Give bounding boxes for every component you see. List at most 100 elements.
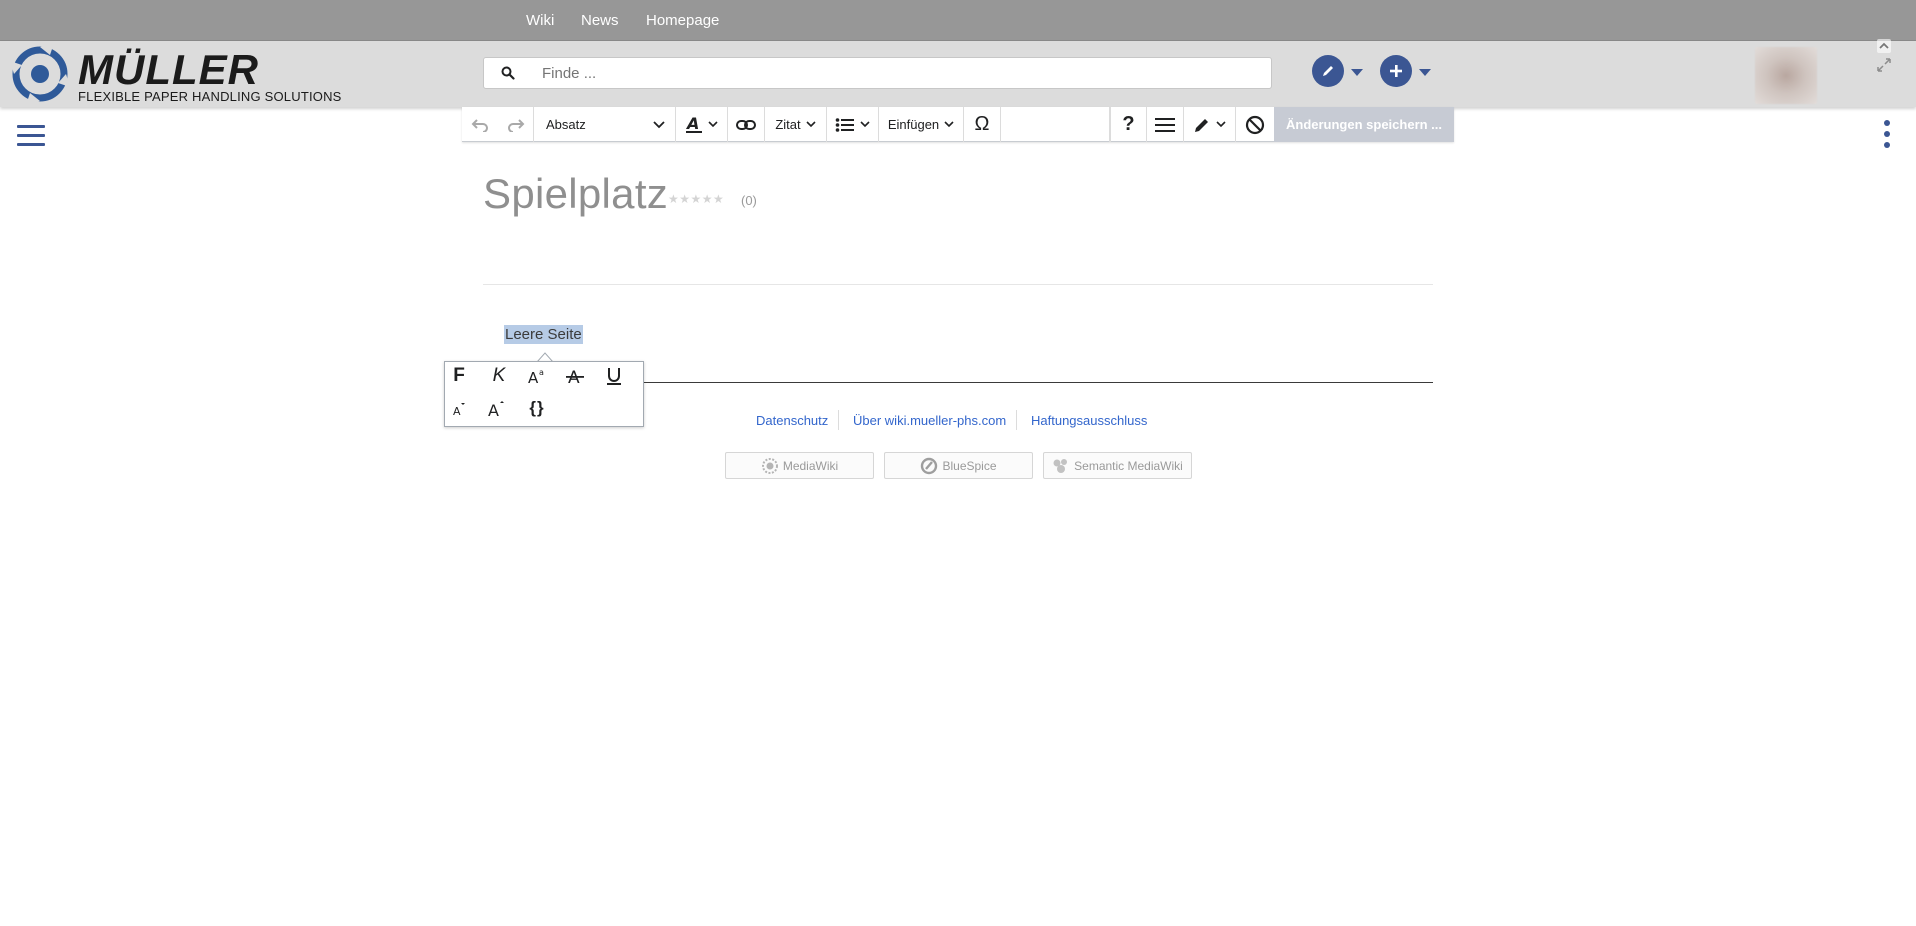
- nav-link-news[interactable]: News: [581, 12, 619, 29]
- inline-formatting-popup: F K Aa A A A {}: [444, 361, 644, 427]
- page-options-button[interactable]: [1147, 107, 1184, 142]
- edit-button[interactable]: [1312, 55, 1344, 87]
- bold-icon: F: [453, 365, 465, 386]
- superscript-icon: Aa: [528, 368, 544, 385]
- top-navigation: Wiki News Homepage: [0, 0, 1916, 41]
- code-icon: {}: [529, 398, 545, 417]
- bigger-text-button[interactable]: A: [483, 394, 511, 422]
- footer-separator: [1016, 410, 1017, 430]
- italic-button[interactable]: K: [485, 362, 513, 390]
- italic-icon: K: [492, 365, 506, 386]
- svg-text:A: A: [453, 405, 461, 417]
- semantic-mediawiki-badge-label: Semantic MediaWiki: [1074, 458, 1183, 473]
- superscript-button[interactable]: Aa: [523, 362, 551, 390]
- cancel-editing-button[interactable]: [1236, 107, 1274, 142]
- header-bar: MÜLLER FLEXIBLE PAPER HANDLING SOLUTIONS: [0, 39, 1916, 107]
- menu-lines-icon: [1155, 117, 1175, 132]
- search-icon: [501, 66, 515, 85]
- underline-icon: [607, 368, 621, 385]
- special-character-button[interactable]: Ω: [964, 107, 1001, 142]
- pencil-icon: [1323, 66, 1333, 76]
- user-avatar[interactable]: [1755, 47, 1817, 104]
- link-button[interactable]: [728, 107, 765, 142]
- paragraph-format-label: Absatz: [546, 117, 586, 132]
- collapse-header-icon[interactable]: [1877, 39, 1891, 58]
- chevron-down-icon: [653, 120, 665, 128]
- quote-dropdown[interactable]: Zitat: [765, 107, 827, 142]
- footer-link-privacy[interactable]: Datenschutz: [756, 413, 828, 428]
- insert-dropdown[interactable]: Einfügen: [879, 107, 964, 142]
- rating-stars[interactable]: ★★★★★: [668, 192, 724, 206]
- undo-button[interactable]: [462, 107, 498, 142]
- footer-link-about[interactable]: Über wiki.mueller-phs.com: [853, 413, 1006, 428]
- svg-text:a: a: [539, 368, 544, 377]
- editor-switch-dropdown[interactable]: [1184, 107, 1236, 142]
- svg-text:A: A: [488, 401, 499, 418]
- rating-count: (0): [741, 193, 757, 208]
- omega-icon: Ω: [974, 113, 990, 135]
- powered-by-bluespice-badge[interactable]: BlueSpice: [884, 452, 1033, 479]
- strikethrough-icon: A: [566, 368, 584, 385]
- insert-label: Einfügen: [887, 117, 940, 132]
- code-button[interactable]: {}: [523, 394, 551, 422]
- chevron-down-icon: [860, 121, 870, 128]
- selected-body-text[interactable]: Leere Seite: [504, 325, 583, 344]
- help-button[interactable]: ?: [1110, 107, 1147, 142]
- create-menu-caret-icon[interactable]: [1419, 69, 1431, 76]
- pencil-icon: [1195, 118, 1208, 132]
- footer-separator: [838, 410, 839, 430]
- toolbar-spacer: [1001, 107, 1110, 142]
- content-divider: [640, 382, 1433, 383]
- powered-by-mediawiki-badge[interactable]: MediaWiki: [725, 452, 874, 479]
- quote-label: Zitat: [775, 117, 801, 132]
- visual-editor-toolbar: Absatz A Zitat Einfügen Ω ? Änderungen s…: [462, 107, 1454, 142]
- main-menu-hamburger-icon[interactable]: [17, 125, 45, 147]
- search-input[interactable]: [542, 62, 1242, 84]
- create-button[interactable]: [1380, 55, 1412, 87]
- bullet-list-icon: [835, 117, 854, 132]
- smaller-text-icon: A: [453, 403, 465, 417]
- svg-text:A: A: [528, 369, 539, 385]
- redo-icon: [507, 118, 524, 132]
- fullscreen-icon[interactable]: [1877, 58, 1891, 77]
- bluespice-badge-label: BlueSpice: [942, 458, 997, 473]
- semantic-mediawiki-icon: [1053, 458, 1068, 473]
- plus-icon: [1390, 65, 1402, 77]
- svg-text:A: A: [685, 115, 699, 133]
- footer-link-disclaimer[interactable]: Haftungsausschluss: [1031, 413, 1147, 428]
- chevron-down-icon: [944, 121, 954, 128]
- help-icon: ?: [1122, 113, 1135, 135]
- underline-button[interactable]: [600, 362, 628, 390]
- bigger-text-icon: A: [488, 401, 504, 418]
- chevron-down-icon: [708, 121, 718, 128]
- strikethrough-button[interactable]: A: [561, 362, 589, 390]
- text-style-icon: A: [685, 115, 702, 133]
- bluespice-icon: [921, 457, 938, 474]
- powered-by-semantic-mediawiki-badge[interactable]: Semantic MediaWiki: [1043, 452, 1192, 479]
- link-icon: [736, 119, 756, 130]
- edit-menu-caret-icon[interactable]: [1351, 69, 1363, 76]
- bold-button[interactable]: F: [445, 362, 473, 390]
- mediawiki-sunflower-icon: [761, 457, 778, 474]
- nav-link-wiki[interactable]: Wiki: [526, 12, 554, 29]
- cancel-icon: [1245, 115, 1265, 134]
- mediawiki-badge-label: MediaWiki: [782, 458, 839, 473]
- logo-title: MÜLLER: [78, 46, 259, 93]
- smaller-text-button[interactable]: A: [445, 394, 473, 422]
- undo-icon: [471, 118, 488, 132]
- page-title: Spielplatz: [483, 170, 669, 217]
- text-style-dropdown[interactable]: A: [676, 107, 728, 142]
- chevron-down-icon: [1216, 121, 1226, 128]
- more-options-kebab-icon[interactable]: [1883, 120, 1891, 152]
- search-box[interactable]: [483, 57, 1272, 89]
- logo-subtitle: FLEXIBLE PAPER HANDLING SOLUTIONS: [78, 89, 342, 104]
- logo-mark-icon: [10, 43, 70, 105]
- list-dropdown[interactable]: [827, 107, 879, 142]
- chevron-down-icon: [806, 121, 816, 128]
- paragraph-format-dropdown[interactable]: Absatz: [535, 107, 676, 142]
- redo-button[interactable]: [498, 107, 534, 142]
- save-changes-button[interactable]: Änderungen speichern ...: [1274, 107, 1454, 142]
- page: Wiki News Homepage MÜLLER FLEXIBLE PAPER…: [0, 0, 1916, 926]
- company-logo[interactable]: MÜLLER FLEXIBLE PAPER HANDLING SOLUTIONS: [10, 41, 341, 107]
- nav-link-homepage[interactable]: Homepage: [646, 12, 719, 29]
